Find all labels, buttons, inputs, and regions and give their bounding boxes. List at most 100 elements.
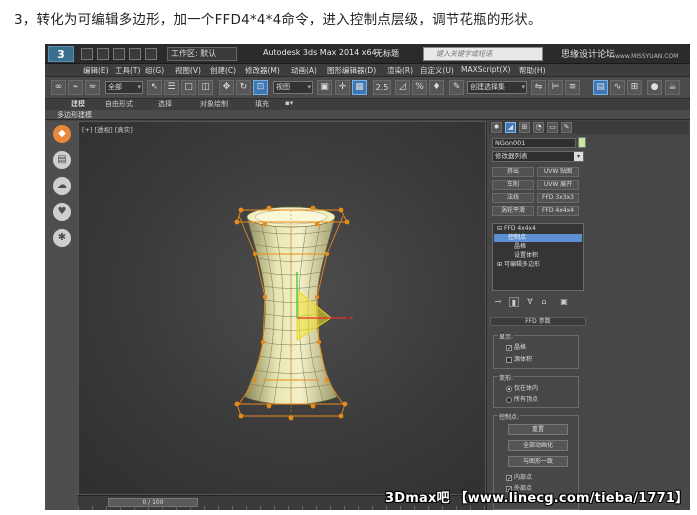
time-ruler[interactable]: [78, 506, 486, 510]
rect-selection-icon[interactable]: □: [181, 80, 196, 95]
object-name-field[interactable]: NGon001: [492, 138, 576, 148]
menu-customize[interactable]: 自定义(U): [420, 65, 454, 76]
object-color-swatch[interactable]: [578, 137, 586, 148]
menu-group[interactable]: 组(G): [145, 65, 164, 76]
ribbon-options-icon[interactable]: ▪▾: [285, 99, 293, 107]
pivot-center-icon[interactable]: ▣: [317, 80, 332, 95]
schematic-view-icon[interactable]: ⊞: [627, 80, 642, 95]
edit-named-selection-icon[interactable]: ✎: [449, 80, 464, 95]
menu-animation[interactable]: 动画(A): [291, 65, 317, 76]
bind-spacewarp-icon[interactable]: ≈: [85, 80, 100, 95]
percent-snap-icon[interactable]: %: [412, 80, 427, 95]
search-input[interactable]: 键入关键字或短语: [423, 47, 543, 61]
ribbon-tab-modeling[interactable]: 建模: [71, 99, 85, 109]
move-icon[interactable]: ✥: [219, 80, 234, 95]
rotate-icon[interactable]: ↻: [236, 80, 251, 95]
make-unique-icon[interactable]: ∀: [525, 297, 535, 307]
perspective-viewport[interactable]: [+] [透视] [真实] x: [78, 121, 486, 495]
save-file-icon[interactable]: [113, 48, 125, 60]
stack-item-ffd[interactable]: ⊟ FFD 4x4x4: [494, 225, 582, 233]
layer-manager-icon[interactable]: ≡: [565, 80, 580, 95]
modifier-button-extrude[interactable]: 挤出: [492, 167, 534, 177]
spinner-snap-icon[interactable]: ♦: [429, 80, 444, 95]
menu-maxscript[interactable]: MAXScript(X): [461, 65, 510, 74]
menu-edit[interactable]: 编辑(E): [83, 65, 109, 76]
pin-stack-icon[interactable]: ⊸: [493, 297, 503, 307]
gear-icon[interactable]: ✱: [53, 229, 71, 247]
all-vertices-radio[interactable]: 所有顶点: [506, 394, 538, 403]
app-logo[interactable]: 3: [48, 46, 74, 62]
ribbon-tab-freeform[interactable]: 自由形式: [105, 99, 133, 109]
material-editor-icon[interactable]: ●: [647, 80, 662, 95]
ribbon-tab-selection[interactable]: 选择: [158, 99, 172, 109]
angle-snap-icon[interactable]: ◿: [395, 80, 410, 95]
document-icon[interactable]: ▤: [53, 151, 71, 169]
modifier-button-ffd-4x4x4[interactable]: FFD 4x4x4: [537, 206, 579, 216]
display-tab-icon[interactable]: ▭: [547, 122, 558, 133]
reference-coord-dropdown[interactable]: 视图: [273, 81, 313, 94]
stack-item-lattice[interactable]: 晶格: [494, 243, 582, 251]
named-selection-dropdown[interactable]: 创建选择集: [467, 81, 527, 94]
remove-modifier-icon[interactable]: ⌂: [539, 297, 549, 307]
keyboard-shortcut-icon[interactable]: ▦: [352, 80, 367, 95]
open-file-icon[interactable]: [97, 48, 109, 60]
menu-views[interactable]: 视图(V): [175, 65, 201, 76]
menu-help[interactable]: 帮助(H): [519, 65, 546, 76]
menu-modifiers[interactable]: 修改器(M): [245, 65, 280, 76]
undo-icon[interactable]: [129, 48, 141, 60]
modify-tab-icon[interactable]: ◢: [505, 122, 516, 133]
hierarchy-tab-icon[interactable]: ⊞: [519, 122, 530, 133]
snap-toggle-icon[interactable]: 2.5: [373, 80, 391, 95]
modifier-button-turbosmooth[interactable]: 涡轮平滑: [492, 206, 534, 216]
render-icon[interactable]: ☕: [665, 80, 680, 95]
expand-icon[interactable]: ⊞: [497, 261, 504, 268]
new-file-icon[interactable]: [81, 48, 93, 60]
selection-filter-dropdown[interactable]: 全部: [105, 81, 143, 94]
source-volume-checkbox[interactable]: 源体积: [506, 354, 532, 363]
ribbon-tab-populate[interactable]: 填充: [255, 99, 269, 109]
ffd-params-rollout-header[interactable]: FFD 参数: [490, 317, 586, 326]
workspace-dropdown[interactable]: 工作区: 默认: [167, 47, 237, 61]
graphite-toggle-icon[interactable]: ▤: [593, 80, 608, 95]
cube-icon[interactable]: ◆: [53, 125, 71, 143]
vase-model[interactable]: x: [79, 122, 487, 496]
unlink-icon[interactable]: ⌁: [68, 80, 83, 95]
configure-sets-icon[interactable]: ▣: [559, 297, 569, 307]
align-icon[interactable]: ⊨: [548, 80, 563, 95]
stack-item-control-points[interactable]: 控制点: [494, 234, 582, 242]
only-in-volume-radio[interactable]: 仅在体内: [506, 383, 538, 392]
modifier-button-lathe[interactable]: 车削: [492, 180, 534, 190]
mirror-icon[interactable]: ⇋: [531, 80, 546, 95]
cloud-icon[interactable]: ☁: [53, 177, 71, 195]
modifier-list-dropdown[interactable]: 修改器列表 ▾: [492, 151, 584, 162]
modifier-button-unwrap-uvw[interactable]: UVW 展开: [537, 180, 579, 190]
show-end-result-icon[interactable]: ▮: [509, 297, 519, 307]
menu-rendering[interactable]: 渲染(R): [387, 65, 413, 76]
ribbon-subtab[interactable]: 多边形建模: [45, 110, 690, 120]
ribbon-tab-object-paint[interactable]: 对象绘制: [200, 99, 228, 109]
inside-points-checkbox[interactable]: ✓ 内部点: [506, 472, 532, 481]
redo-icon[interactable]: [145, 48, 157, 60]
link-icon[interactable]: ∞: [51, 80, 66, 95]
heart-icon[interactable]: ♥: [53, 203, 71, 221]
modifier-button-uvw-map[interactable]: UVW 贴图: [537, 167, 579, 177]
motion-tab-icon[interactable]: ◔: [533, 122, 544, 133]
menu-create[interactable]: 创建(C): [210, 65, 236, 76]
reset-button[interactable]: 重置: [508, 424, 568, 435]
lightbulb-icon[interactable]: ⊟: [497, 225, 504, 232]
stack-item-set-volume[interactable]: 设置体积: [494, 252, 582, 260]
select-manipulate-icon[interactable]: ✛: [335, 80, 350, 95]
menu-graph-editors[interactable]: 图形编辑器(D): [327, 65, 376, 76]
lattice-checkbox[interactable]: ✓ 晶格: [506, 342, 526, 351]
utilities-tab-icon[interactable]: ✎: [561, 122, 572, 133]
create-tab-icon[interactable]: ✹: [491, 122, 502, 133]
window-crossing-icon[interactable]: ◫: [198, 80, 213, 95]
scale-icon[interactable]: ⊡: [253, 80, 268, 95]
curve-editor-icon[interactable]: ∿: [610, 80, 625, 95]
animate-all-button[interactable]: 全部动画化: [508, 440, 568, 451]
select-by-name-icon[interactable]: ☰: [164, 80, 179, 95]
modifier-button-ffd-3x3x3[interactable]: FFD 3x3x3: [537, 193, 579, 203]
menu-tools[interactable]: 工具(T): [115, 65, 140, 76]
select-object-icon[interactable]: ↖: [147, 80, 162, 95]
stack-item-editable-poly[interactable]: ⊞ 可编辑多边形: [494, 261, 582, 269]
